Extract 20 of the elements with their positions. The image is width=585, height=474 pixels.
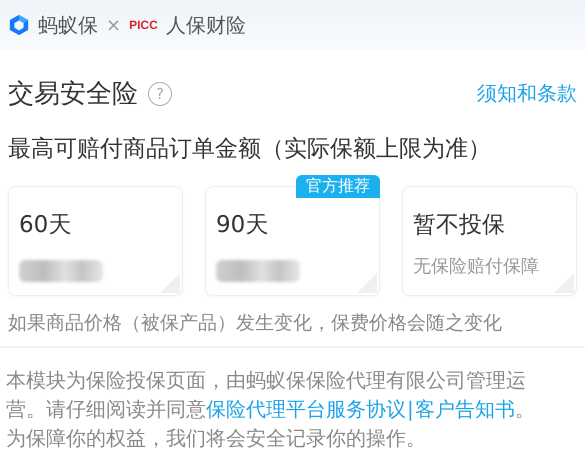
times-sign: × — [106, 14, 122, 36]
option-card[interactable]: 60天 — [8, 186, 183, 296]
agreement-link[interactable]: 客户告知书 — [414, 397, 515, 421]
brand-logo-icon — [8, 14, 30, 36]
partner-name: 人保财险 — [166, 12, 246, 38]
agreement-link[interactable]: 保险代理平台服务协议 — [206, 397, 406, 421]
notice-text: 本模块为保险投保页面，由蚂蚁保保险代理有限公司管理运营。请仔细阅读并同意保险代理平台服务协议|客户告知书。为保障你的权益，我们将会安全记录你的操作。 — [5, 367, 536, 452]
price-note: 如果商品价格（被保产品）发生变化，保费价格会随之变化 — [8, 311, 503, 336]
recommend-badge: 官方推荐 — [296, 175, 380, 198]
coverage-text: 最高可赔付商品订单金额（实际保额上限为准） — [8, 135, 492, 164]
brand-name: 蚂蚁保 — [38, 12, 98, 38]
option-label: 60天 — [19, 211, 72, 240]
option-label: 暂不投保 — [413, 211, 506, 240]
option-card[interactable]: 暂不投保 无保险赔付保障 — [402, 186, 577, 296]
partner-logo: PICC — [129, 18, 158, 32]
terms-link[interactable]: 须知和条款 — [477, 80, 577, 107]
option-note: 无保险赔付保障 — [413, 255, 540, 278]
help-icon[interactable]: ? — [148, 82, 172, 106]
option-label: 90天 — [216, 211, 270, 240]
section-title: 交易安全险 — [8, 78, 138, 111]
